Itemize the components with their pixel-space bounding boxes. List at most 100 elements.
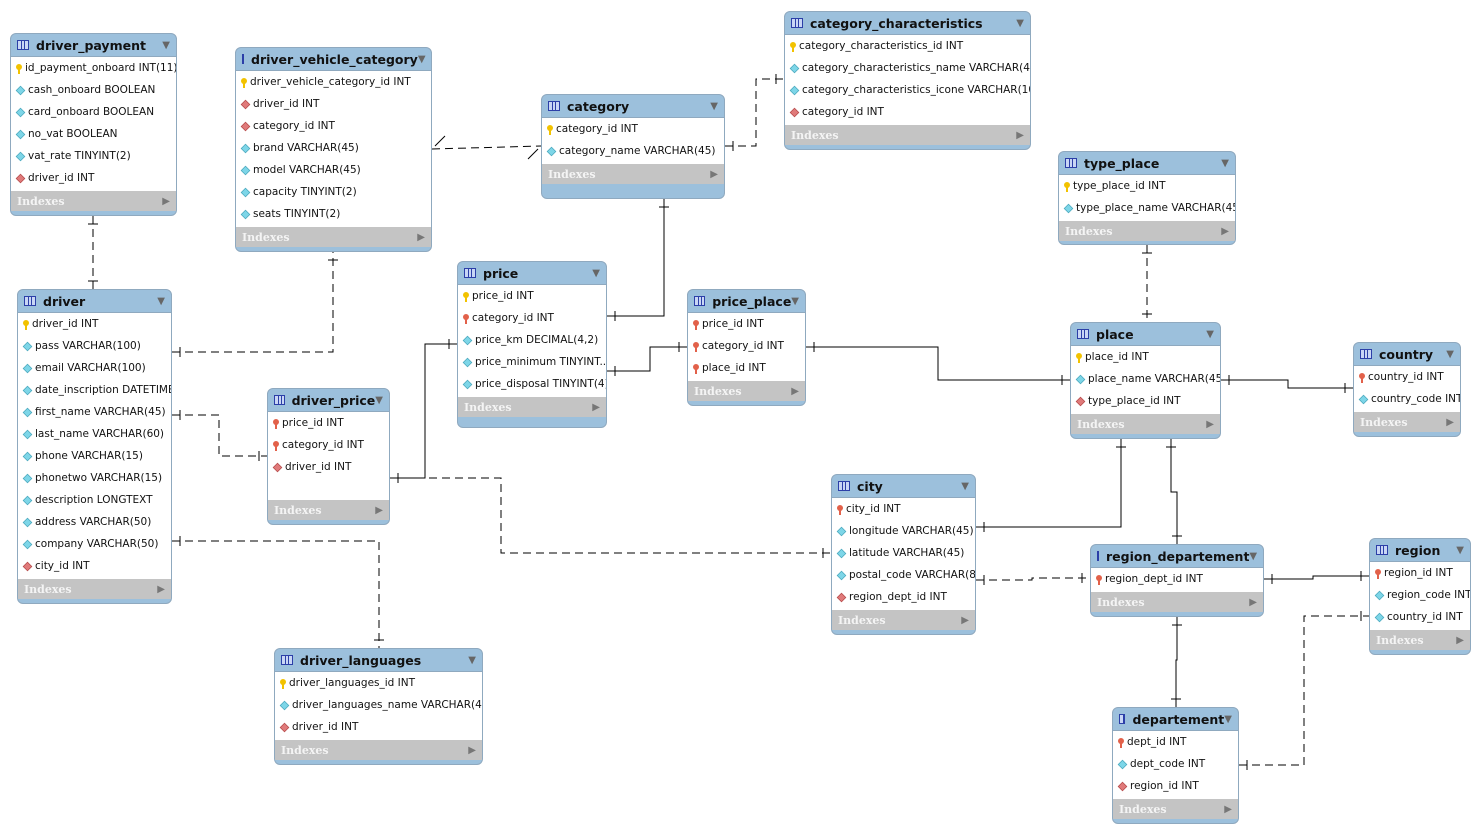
table-category-characteristics[interactable]: category_characteristics ▼ category_char…	[784, 11, 1031, 150]
relationship-category-category_characteristics[interactable]	[725, 78, 784, 147]
table-header[interactable]: region ▼	[1370, 539, 1470, 561]
column-row[interactable]: dept_id INT	[1113, 731, 1238, 753]
relationship-place-country[interactable]	[1221, 379, 1353, 389]
indexes-section[interactable]: Indexes ▶	[275, 740, 482, 760]
table-region-departement[interactable]: region_departement ▼ region_dept_id INT …	[1090, 544, 1264, 617]
column-row[interactable]: driver_languages_id INT	[275, 672, 482, 694]
collapse-caret-icon[interactable]: ▼	[375, 395, 383, 406]
indexes-section[interactable]: Indexes ▶	[1113, 799, 1238, 819]
table-header[interactable]: driver_price ▼	[268, 389, 389, 411]
column-row[interactable]: last_name VARCHAR(60)	[18, 423, 171, 445]
column-row[interactable]: vat_rate TINYINT(2)	[11, 145, 176, 167]
column-row[interactable]: country_code INT	[1354, 388, 1460, 410]
column-row[interactable]: first_name VARCHAR(45)	[18, 401, 171, 423]
column-row[interactable]: dept_code INT	[1113, 753, 1238, 775]
column-row[interactable]: category_id INT	[688, 335, 805, 357]
table-header[interactable]: country ▼	[1354, 343, 1460, 365]
table-header[interactable]: city ▼	[832, 475, 975, 497]
collapse-caret-icon[interactable]: ▼	[468, 655, 476, 666]
table-country[interactable]: country ▼ country_id INT country_code IN…	[1353, 342, 1461, 437]
column-row[interactable]: phonetwo VARCHAR(15)	[18, 467, 171, 489]
column-row[interactable]: driver_id INT	[275, 716, 482, 738]
column-row[interactable]: brand VARCHAR(45)	[236, 137, 431, 159]
indexes-section[interactable]: Indexes ▶	[1071, 414, 1220, 434]
indexes-section[interactable]: Indexes ▶	[18, 579, 171, 599]
table-header[interactable]: departement ▼	[1113, 708, 1238, 730]
column-row[interactable]: type_place_id INT	[1059, 175, 1235, 197]
table-departement[interactable]: departement ▼ dept_id INT dept_code INT …	[1112, 707, 1239, 824]
column-row[interactable]: no_vat BOOLEAN	[11, 123, 176, 145]
column-row[interactable]: category_id INT	[268, 434, 389, 456]
column-row[interactable]: region_id INT	[1370, 562, 1470, 584]
relationship-price_place-place[interactable]	[806, 346, 1070, 381]
column-row[interactable]: phone VARCHAR(15)	[18, 445, 171, 467]
column-row[interactable]: description LONGTEXT	[18, 489, 171, 511]
column-row[interactable]: pass VARCHAR(100)	[18, 335, 171, 357]
collapse-caret-icon[interactable]: ▼	[1224, 714, 1232, 725]
table-header[interactable]: price_place ▼	[688, 290, 805, 312]
column-row[interactable]: driver_id INT	[268, 456, 389, 478]
column-row[interactable]: driver_vehicle_category_id INT	[236, 71, 431, 93]
table-driver-price[interactable]: driver_price ▼ price_id INT category_id …	[267, 388, 390, 525]
indexes-section[interactable]: Indexes ▶	[268, 500, 389, 520]
column-row[interactable]: place_id INT	[1071, 346, 1220, 368]
table-price-place[interactable]: price_place ▼ price_id INT category_id I…	[687, 289, 806, 406]
column-row[interactable]: price_minimum TINYINT...	[458, 351, 606, 373]
table-header[interactable]: type_place ▼	[1059, 152, 1235, 174]
collapse-caret-icon[interactable]: ▼	[162, 40, 170, 51]
indexes-section[interactable]: Indexes ▶	[236, 227, 431, 247]
column-row[interactable]: place_name VARCHAR(45)	[1071, 368, 1220, 390]
table-header[interactable]: category ▼	[542, 95, 724, 117]
collapse-caret-icon[interactable]: ▼	[1016, 18, 1024, 29]
table-header[interactable]: driver ▼	[18, 290, 171, 312]
relationship-city-region_departement[interactable]	[976, 577, 1090, 581]
collapse-caret-icon[interactable]: ▼	[1456, 545, 1464, 556]
relationship-driver-driver_price[interactable]	[172, 414, 267, 457]
column-row[interactable]: category_id INT	[236, 115, 431, 137]
table-driver-languages[interactable]: driver_languages ▼ driver_languages_id I…	[274, 648, 483, 765]
relationship-place-region_departement[interactable]	[1170, 439, 1178, 544]
collapse-caret-icon[interactable]: ▼	[1221, 158, 1229, 169]
collapse-caret-icon[interactable]: ▼	[961, 481, 969, 492]
table-place[interactable]: place ▼ place_id INT place_name VARCHAR(…	[1070, 322, 1221, 439]
table-driver[interactable]: driver ▼ driver_id INT pass VARCHAR(100)…	[17, 289, 172, 604]
relationship-place-city[interactable]	[976, 439, 1122, 528]
indexes-section[interactable]: Indexes ▶	[1370, 630, 1470, 650]
column-row[interactable]: city_id INT	[832, 498, 975, 520]
indexes-section[interactable]: Indexes ▶	[832, 610, 975, 630]
collapse-caret-icon[interactable]: ▼	[1206, 329, 1214, 340]
collapse-caret-icon[interactable]: ▼	[592, 268, 600, 279]
table-type-place[interactable]: type_place ▼ type_place_id INT type_plac…	[1058, 151, 1236, 245]
column-row[interactable]: place_id INT	[688, 357, 805, 379]
column-row[interactable]: date_inscription DATETIME	[18, 379, 171, 401]
column-row[interactable]: category_characteristics_id INT	[785, 35, 1030, 57]
column-row[interactable]: region_code INT	[1370, 584, 1470, 606]
column-row[interactable]: latitude VARCHAR(45)	[832, 542, 975, 564]
column-row[interactable]: longitude VARCHAR(45)	[832, 520, 975, 542]
column-row[interactable]: driver_id INT	[18, 313, 171, 335]
column-row[interactable]: category_id INT	[785, 101, 1030, 123]
table-header[interactable]: price ▼	[458, 262, 606, 284]
collapse-caret-icon[interactable]: ▼	[710, 101, 718, 112]
column-row[interactable]: country_id INT	[1354, 366, 1460, 388]
column-row[interactable]: region_dept_id INT	[1091, 568, 1263, 590]
column-row[interactable]: region_dept_id INT	[832, 586, 975, 608]
collapse-caret-icon[interactable]: ▼	[418, 54, 426, 65]
column-row[interactable]: country_id INT	[1370, 606, 1470, 628]
relationship-region_departement-region[interactable]	[1264, 575, 1369, 580]
column-row[interactable]: driver_id INT	[11, 167, 176, 189]
table-header[interactable]: region_departement ▼	[1091, 545, 1263, 567]
column-row[interactable]: city_id INT	[18, 555, 171, 577]
column-row[interactable]: email VARCHAR(100)	[18, 357, 171, 379]
table-category[interactable]: category ▼ category_id INT category_name…	[541, 94, 725, 199]
indexes-section[interactable]: Indexes ▶	[11, 191, 176, 211]
relationship-category-price[interactable]	[607, 199, 665, 317]
table-header[interactable]: driver_languages ▼	[275, 649, 482, 671]
indexes-section[interactable]: Indexes ▶	[458, 397, 606, 417]
column-row[interactable]: category_id INT	[542, 118, 724, 140]
relationship-driver_price-city[interactable]	[390, 477, 831, 554]
column-row[interactable]: price_id INT	[458, 285, 606, 307]
relationship-driver_vehicle_category-category[interactable]	[431, 145, 542, 150]
relationship-driver_price-price[interactable]	[390, 343, 457, 479]
relationship-departement-region[interactable]	[1239, 615, 1369, 766]
